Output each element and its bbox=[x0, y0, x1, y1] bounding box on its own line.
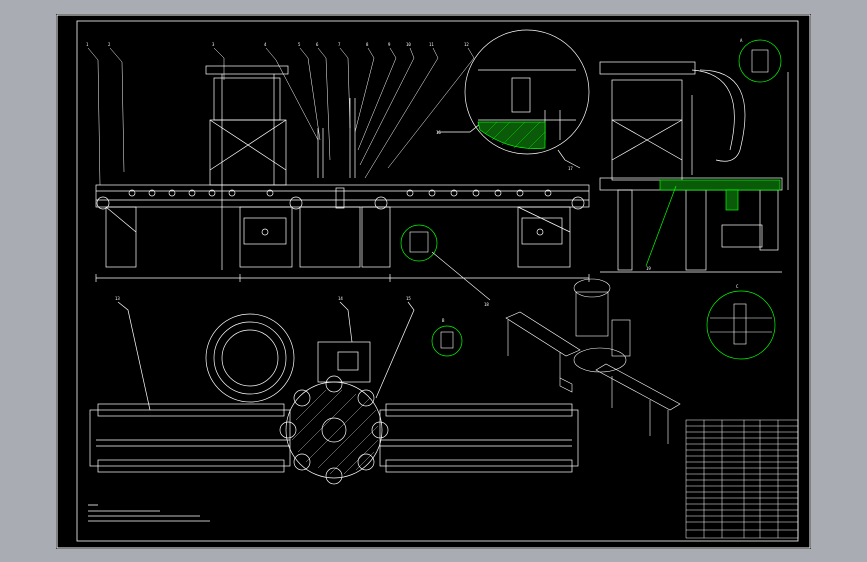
zoom-label-b: B bbox=[442, 318, 445, 323]
part-number-8: 8 bbox=[366, 42, 369, 47]
zoom-label-c: C bbox=[736, 284, 739, 289]
inner-frame bbox=[76, 20, 799, 542]
technical-notes bbox=[88, 504, 210, 522]
zoom-label-a: A bbox=[740, 38, 743, 43]
front-view[interactable] bbox=[95, 65, 590, 282]
callout-18: 18 bbox=[484, 302, 489, 307]
part-number-13: 13 bbox=[115, 296, 120, 301]
part-leaders-top bbox=[87, 47, 475, 186]
part-number-7: 7 bbox=[338, 42, 341, 47]
plan-view[interactable] bbox=[89, 301, 579, 485]
part-number-11: 11 bbox=[429, 42, 434, 47]
part-number-14: 14 bbox=[338, 296, 343, 301]
title-block[interactable] bbox=[685, 419, 799, 539]
drawing-canvas[interactable]: 1 2 3 4 5 6 7 8 9 10 11 12 13 14 15 16 1… bbox=[56, 14, 811, 549]
detail-view-b[interactable] bbox=[437, 29, 590, 169]
side-view-highlight bbox=[659, 179, 781, 191]
part-number-3: 3 bbox=[212, 42, 215, 47]
side-view[interactable] bbox=[599, 61, 789, 273]
callout-16: 16 bbox=[436, 130, 441, 135]
callout-19: 19 bbox=[646, 266, 651, 271]
side-view-hatch bbox=[725, 189, 739, 211]
zoom-circles[interactable] bbox=[400, 39, 782, 360]
drawing-sheet[interactable]: 1 2 3 4 5 6 7 8 9 10 11 12 13 14 15 16 1… bbox=[56, 14, 811, 549]
cad-viewport[interactable]: 1 2 3 4 5 6 7 8 9 10 11 12 13 14 15 16 1… bbox=[0, 0, 867, 562]
part-number-1: 1 bbox=[86, 42, 89, 47]
part-number-10: 10 bbox=[406, 42, 411, 47]
part-number-2: 2 bbox=[108, 42, 111, 47]
part-number-9: 9 bbox=[388, 42, 391, 47]
isometric-view[interactable] bbox=[505, 278, 681, 444]
part-number-4: 4 bbox=[264, 42, 267, 47]
part-number-6: 6 bbox=[316, 42, 319, 47]
part-number-5: 5 bbox=[298, 42, 301, 47]
callout-17: 17 bbox=[568, 166, 573, 171]
star-wheel-hatch bbox=[291, 389, 379, 475]
zoom-contents bbox=[409, 49, 772, 349]
part-number-15: 15 bbox=[406, 296, 411, 301]
part-number-labels: 1 2 3 4 5 6 7 8 9 10 11 12 13 14 15 16 1… bbox=[86, 38, 743, 323]
part-number-12: 12 bbox=[464, 42, 469, 47]
